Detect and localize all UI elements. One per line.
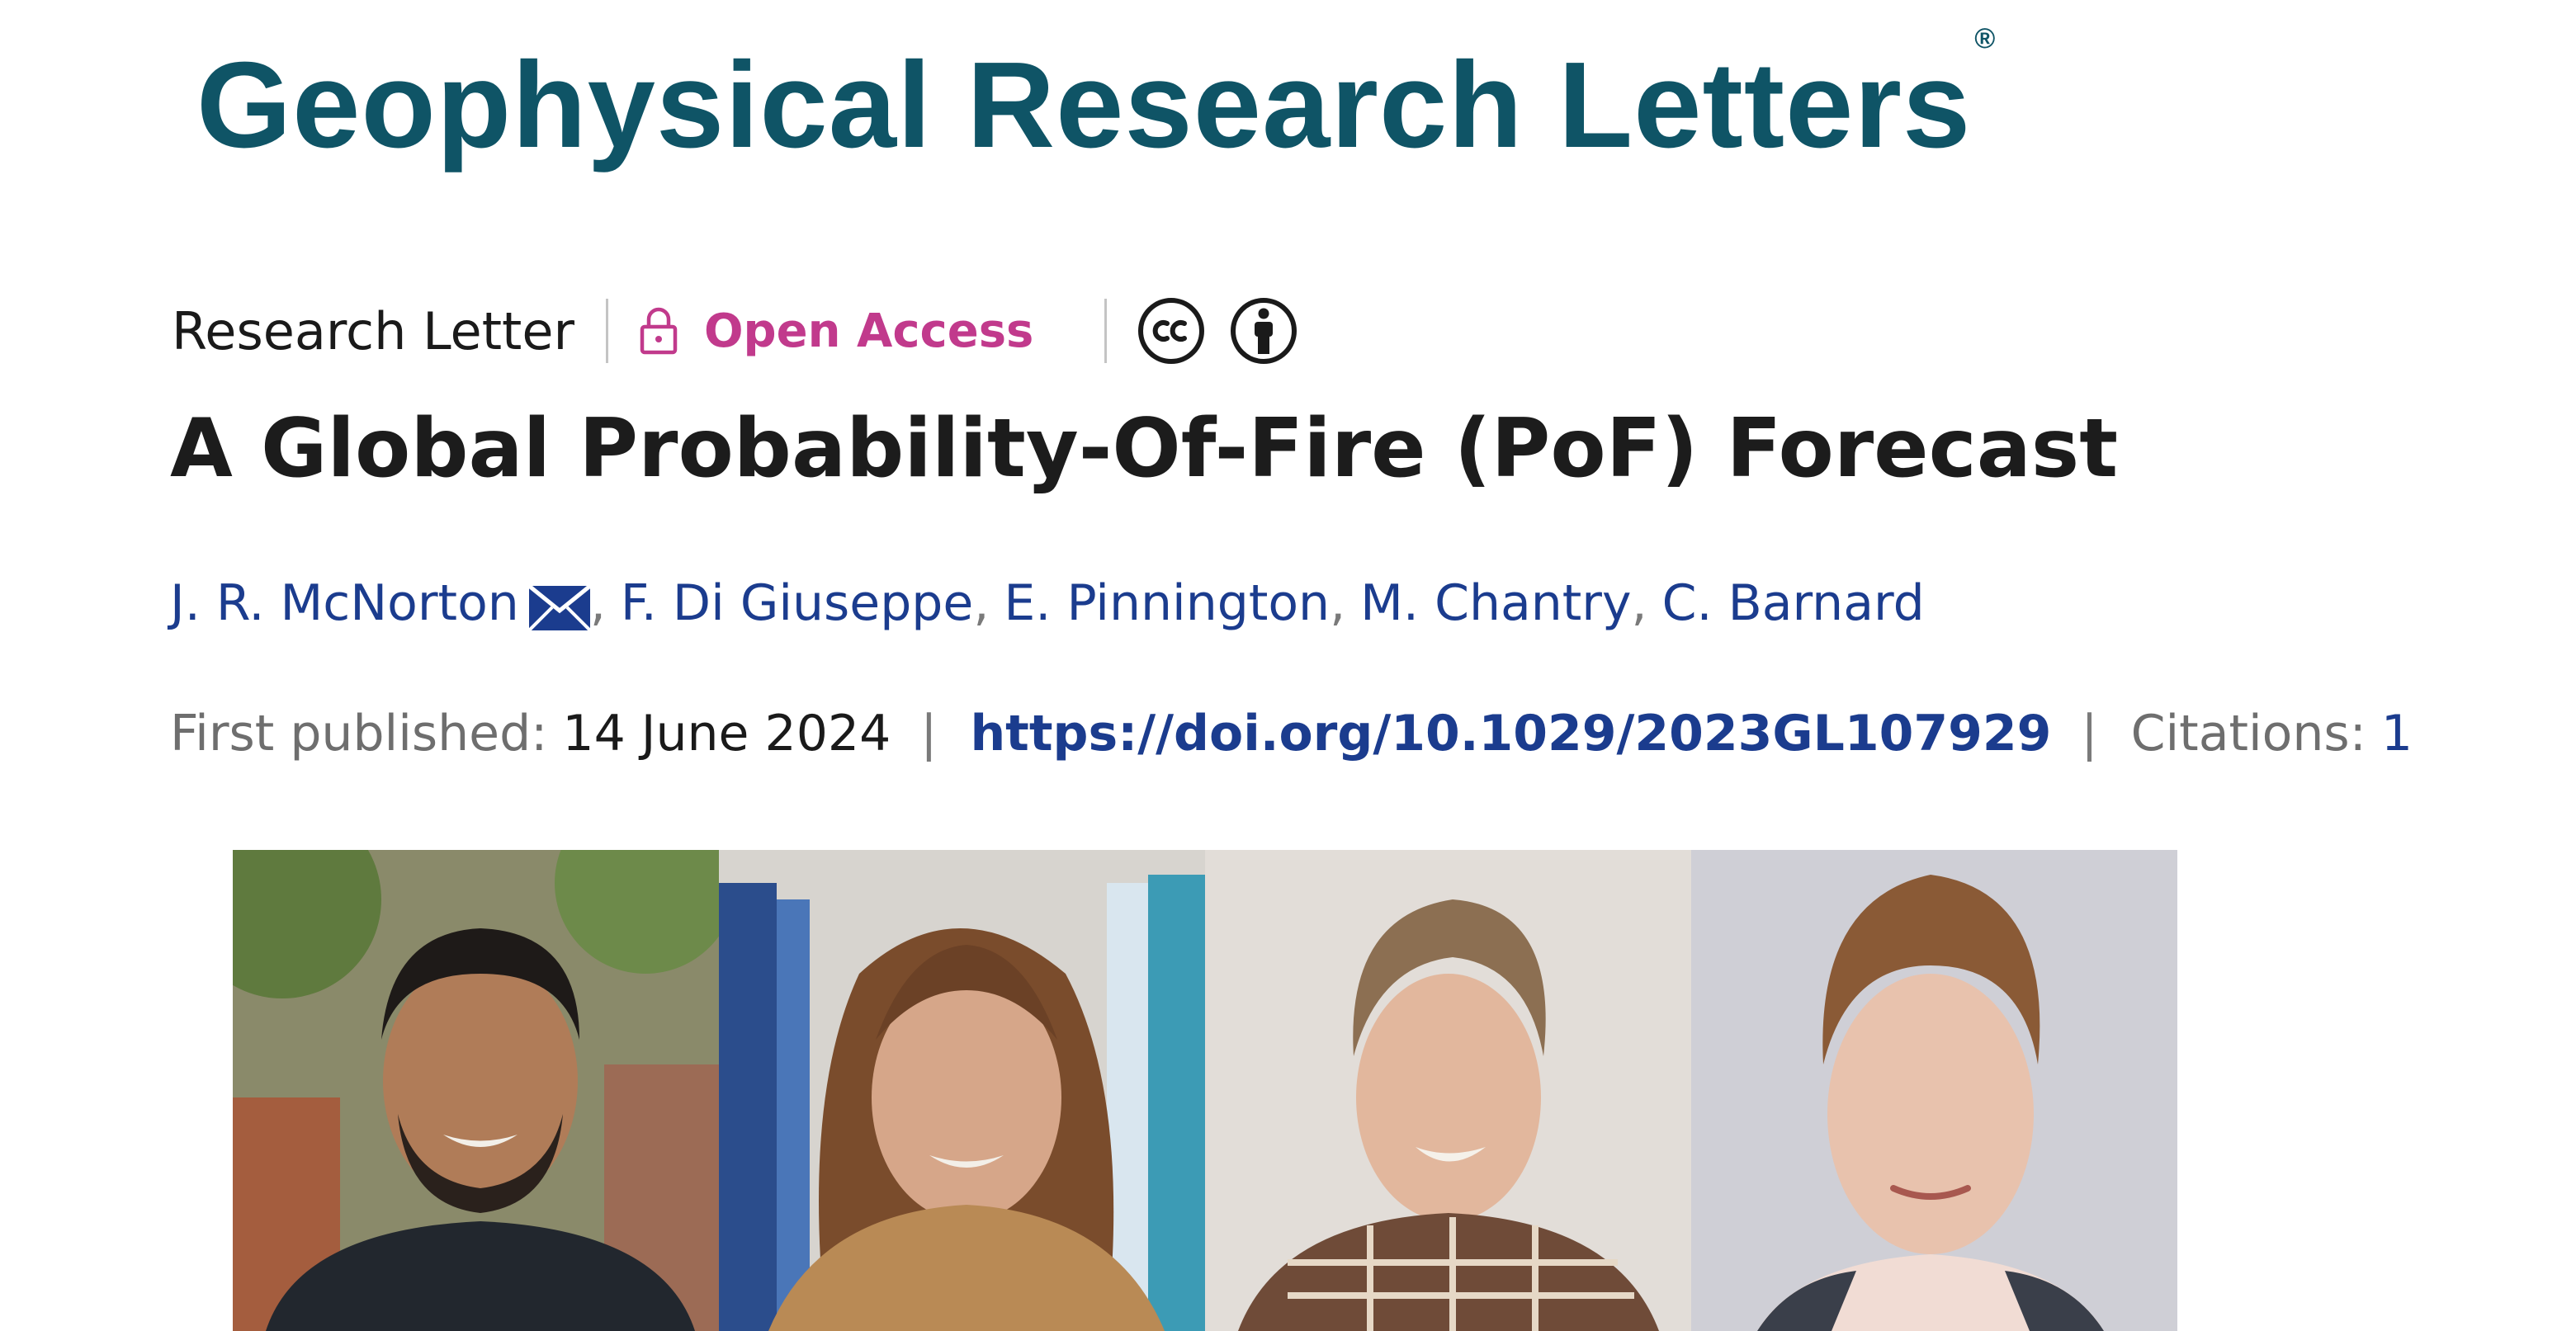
open-access-badge[interactable]: Open Access xyxy=(704,304,1033,358)
author-link[interactable]: J. R. McNorton xyxy=(170,574,519,632)
author-photo xyxy=(719,850,1205,1331)
journal-masthead[interactable]: Geophysical Research Letters ® xyxy=(196,25,1996,167)
creative-commons-icon[interactable] xyxy=(1137,296,1206,366)
citations-count[interactable]: 1 xyxy=(2381,705,2413,762)
registered-mark: ® xyxy=(1974,22,1997,54)
author-list: J. R. McNorton , F. Di Giuseppe , E. Pin… xyxy=(170,574,1925,632)
attribution-icon[interactable] xyxy=(1229,296,1298,366)
author-separator: , xyxy=(973,574,990,632)
divider xyxy=(1104,299,1108,363)
author-photo xyxy=(1691,850,2177,1331)
article-header: Geophysical Research Letters ® Research L… xyxy=(0,0,2576,1331)
author-separator: , xyxy=(589,574,606,632)
author-photo-strip xyxy=(233,850,2177,1331)
author-link[interactable]: E. Pinnington xyxy=(1004,574,1330,632)
first-published-label: First published: xyxy=(170,705,548,762)
author-link[interactable]: M. Chantry xyxy=(1360,574,1631,632)
lock-icon xyxy=(640,307,678,355)
author-link[interactable]: C. Barnard xyxy=(1662,574,1925,632)
article-meta-row: Research Letter Open Access xyxy=(172,294,1321,368)
author-photo xyxy=(1205,850,1691,1331)
author-separator: , xyxy=(1631,574,1647,632)
author-separator: , xyxy=(1330,574,1346,632)
journal-name: Geophysical Research Letters xyxy=(196,37,1972,173)
doi-link[interactable]: https://doi.org/10.1029/2023GL107929 xyxy=(970,705,2051,762)
first-published-date: 14 June 2024 xyxy=(562,705,891,762)
separator: | xyxy=(2081,705,2098,762)
publication-info: First published: 14 June 2024 | https://… xyxy=(170,705,2413,762)
author-photo xyxy=(233,850,719,1331)
envelope-icon[interactable] xyxy=(528,586,590,630)
article-title: A Global Probability-Of-Fire (PoF) Forec… xyxy=(170,402,2119,496)
citations-label: Citations: xyxy=(2130,705,2366,762)
divider xyxy=(605,299,608,363)
author-link[interactable]: F. Di Giuseppe xyxy=(621,574,973,632)
separator: | xyxy=(920,705,938,762)
article-type-label: Research Letter xyxy=(172,300,574,361)
